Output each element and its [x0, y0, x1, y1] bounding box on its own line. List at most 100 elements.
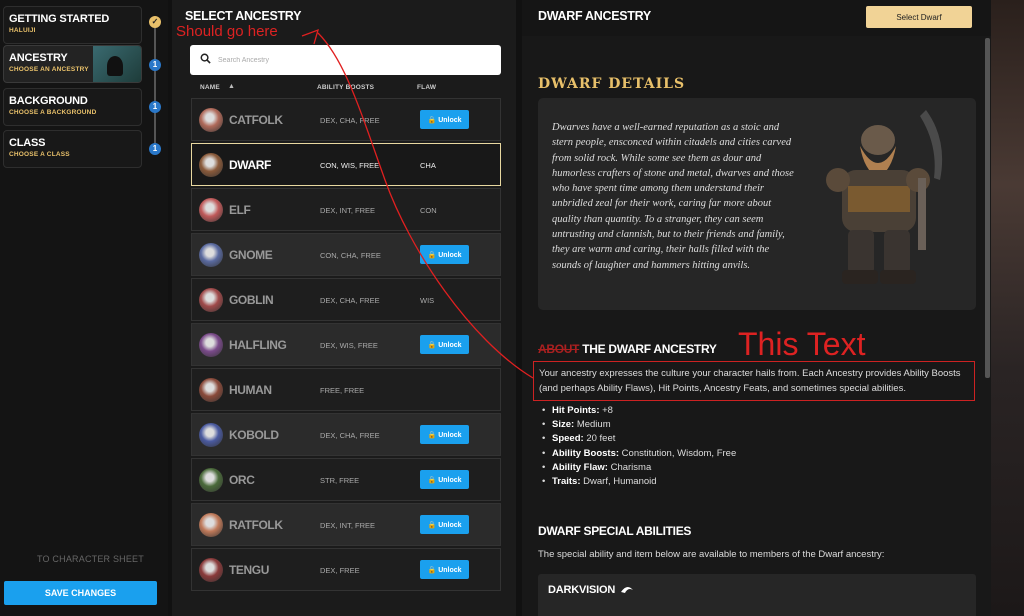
ancestry-row-human[interactable]: HUMAN FREE, FREE	[191, 368, 501, 411]
fact-label: Traits:	[552, 476, 581, 488]
check-icon: ✓	[149, 16, 161, 28]
select-dwarf-button[interactable]: Select Dwarf	[866, 6, 972, 28]
ancestry-avatar	[199, 288, 223, 312]
lock-icon: 🔒	[427, 476, 437, 484]
col-header-flaw: FLAW	[417, 84, 437, 91]
ancestry-row-halfling[interactable]: HALFLING DEX, WIS, FREE 🔒 Unlock	[191, 323, 501, 366]
ancestry-boosts: DEX, FREE	[320, 566, 360, 575]
ancestry-name: HALFLING	[229, 338, 287, 352]
search-input[interactable]	[218, 52, 488, 68]
sort-icon[interactable]: ▲	[228, 83, 235, 90]
ancestry-name: RATFOLK	[229, 518, 283, 532]
ancestry-row-elf[interactable]: ELF DEX, INT, FREE CON	[191, 188, 501, 231]
ancestry-list-panel: SELECT ANCESTRY NAME ▲ ABILITY BOOSTS FL…	[172, 0, 516, 616]
search-box	[190, 45, 501, 75]
col-header-boosts: ABILITY BOOSTS	[317, 84, 375, 91]
special-heading: DWARF SPECIAL ABILITIES	[538, 524, 692, 538]
step-badge: 1	[149, 59, 161, 71]
step-subtitle: CHOOSE A CLASS	[9, 151, 70, 158]
to-character-sheet-link[interactable]: TO CHARACTER SHEET	[37, 554, 144, 564]
ancestry-row-dwarf[interactable]: DWARF CON, WIS, FREE CHA	[191, 143, 501, 186]
ancestry-row-ratfolk[interactable]: RATFOLK DEX, INT, FREE 🔒 Unlock	[191, 503, 501, 546]
scrollbar[interactable]	[985, 38, 990, 378]
ancestry-name: GOBLIN	[229, 293, 274, 307]
ancestry-name: CATFOLK	[229, 113, 283, 127]
col-header-name[interactable]: NAME	[200, 84, 220, 91]
ancestry-row-tengu[interactable]: TENGU DEX, FREE 🔒 Unlock	[191, 548, 501, 591]
background-art	[991, 0, 1024, 616]
fact-value: Constitution, Wisdom, Free	[619, 447, 737, 459]
ancestry-boosts: DEX, INT, FREE	[320, 521, 376, 530]
step-title: BACKGROUND	[9, 95, 88, 107]
ancestry-row-gnome[interactable]: GNOME CON, CHA, FREE 🔒 Unlock	[191, 233, 501, 276]
ancestry-boosts: DEX, WIS, FREE	[320, 341, 378, 350]
step-title: GETTING STARTED	[9, 13, 110, 25]
ancestry-name: KOBOLD	[229, 428, 279, 442]
unlock-button[interactable]: 🔒 Unlock	[420, 425, 469, 444]
about-strike: ABOUT	[538, 342, 580, 356]
fact-label: Ability Flaw:	[552, 461, 608, 473]
fact-value: 20 feet	[583, 433, 616, 445]
lock-icon: 🔒	[427, 116, 437, 124]
unlock-button[interactable]: 🔒 Unlock	[420, 110, 469, 129]
annotation-this-text: This Text	[738, 326, 866, 362]
step-ancestry[interactable]: ANCESTRY CHOOSE AN ANCESTRY	[3, 45, 142, 83]
ancestry-boosts: CON, CHA, FREE	[320, 251, 381, 260]
step-subtitle: CHOOSE AN ANCESTRY	[9, 66, 89, 73]
fact-item: Size: Medium	[542, 418, 736, 432]
ancestry-row-goblin[interactable]: GOBLIN DEX, CHA, FREE WIS	[191, 278, 501, 321]
step-getting-started[interactable]: GETTING STARTED HALUIJI	[3, 6, 142, 44]
save-changes-button[interactable]: SAVE CHANGES	[4, 581, 157, 605]
unlock-button[interactable]: 🔒 Unlock	[420, 335, 469, 354]
about-heading: ABOUT THE DWARF ANCESTRY	[538, 342, 717, 356]
search-icon	[200, 53, 211, 64]
ancestry-boosts: CON, WIS, FREE	[320, 161, 380, 170]
special-text: The special ability and item below are a…	[538, 549, 885, 560]
unlock-button[interactable]: 🔒 Unlock	[420, 560, 469, 579]
step-badge: 1	[149, 143, 161, 155]
ancestry-boosts: DEX, CHA, FREE	[320, 296, 380, 305]
ancestry-flaw: CON	[420, 206, 437, 215]
step-subtitle: CHOOSE A BACKGROUND	[9, 109, 97, 116]
unlock-label: Unlock	[438, 341, 462, 349]
fact-item: Hit Points: +8	[542, 404, 736, 418]
fact-value: Medium	[574, 419, 611, 431]
ancestry-row-orc[interactable]: ORC STR, FREE 🔒 Unlock	[191, 458, 501, 501]
detail-title: DWARF ANCESTRY	[538, 9, 651, 23]
fact-label: Size:	[552, 419, 575, 431]
fact-item: Ability Boosts: Constitution, Wisdom, Fr…	[542, 447, 737, 461]
ancestry-flaw: WIS	[420, 296, 435, 305]
ancestry-avatar	[199, 243, 223, 267]
unlock-label: Unlock	[438, 566, 462, 574]
lock-icon: 🔒	[427, 341, 437, 349]
unlock-button[interactable]: 🔒 Unlock	[420, 515, 469, 534]
unlock-button[interactable]: 🔒 Unlock	[420, 245, 469, 264]
lock-icon: 🔒	[427, 521, 437, 529]
darkvision-label: DARKVISION	[548, 584, 616, 596]
panel-title: SELECT ANCESTRY	[185, 9, 302, 23]
lock-icon: 🔒	[427, 431, 437, 439]
lock-icon: 🔒	[427, 251, 437, 259]
ancestry-row-catfolk[interactable]: CATFOLK DEX, CHA, FREE 🔒 Unlock	[191, 98, 501, 141]
step-subtitle: HALUIJI	[9, 27, 36, 34]
lore-text: Dwarves have a well-earned reputation as…	[552, 122, 794, 271]
about-text: Your ancestry expresses the culture your…	[533, 361, 975, 401]
darkvision-icon	[620, 587, 633, 594]
step-background[interactable]: BACKGROUND CHOOSE A BACKGROUND	[3, 88, 142, 126]
fact-label: Speed:	[552, 433, 584, 445]
ancestry-avatar	[199, 153, 223, 177]
fact-value: Dwarf, Humanoid	[580, 476, 657, 488]
ancestry-name: ORC	[229, 473, 255, 487]
ancestry-boosts: FREE, FREE	[320, 386, 365, 395]
dwarf-illustration	[826, 110, 943, 284]
step-class[interactable]: CLASS CHOOSE A CLASS	[3, 130, 142, 168]
unlock-label: Unlock	[438, 431, 462, 439]
ancestry-row-kobold[interactable]: KOBOLD DEX, CHA, FREE 🔒 Unlock	[191, 413, 501, 456]
ancestry-detail-panel: DWARF ANCESTRY Select Dwarf DWARF DETAIL…	[522, 0, 991, 616]
lock-icon: 🔒	[427, 566, 437, 574]
ancestry-avatar	[199, 468, 223, 492]
fact-label: Ability Boosts:	[552, 447, 620, 459]
ancestry-avatar	[199, 378, 223, 402]
darkvision-card[interactable]: DARKVISION	[538, 574, 976, 616]
unlock-button[interactable]: 🔒 Unlock	[420, 470, 469, 489]
